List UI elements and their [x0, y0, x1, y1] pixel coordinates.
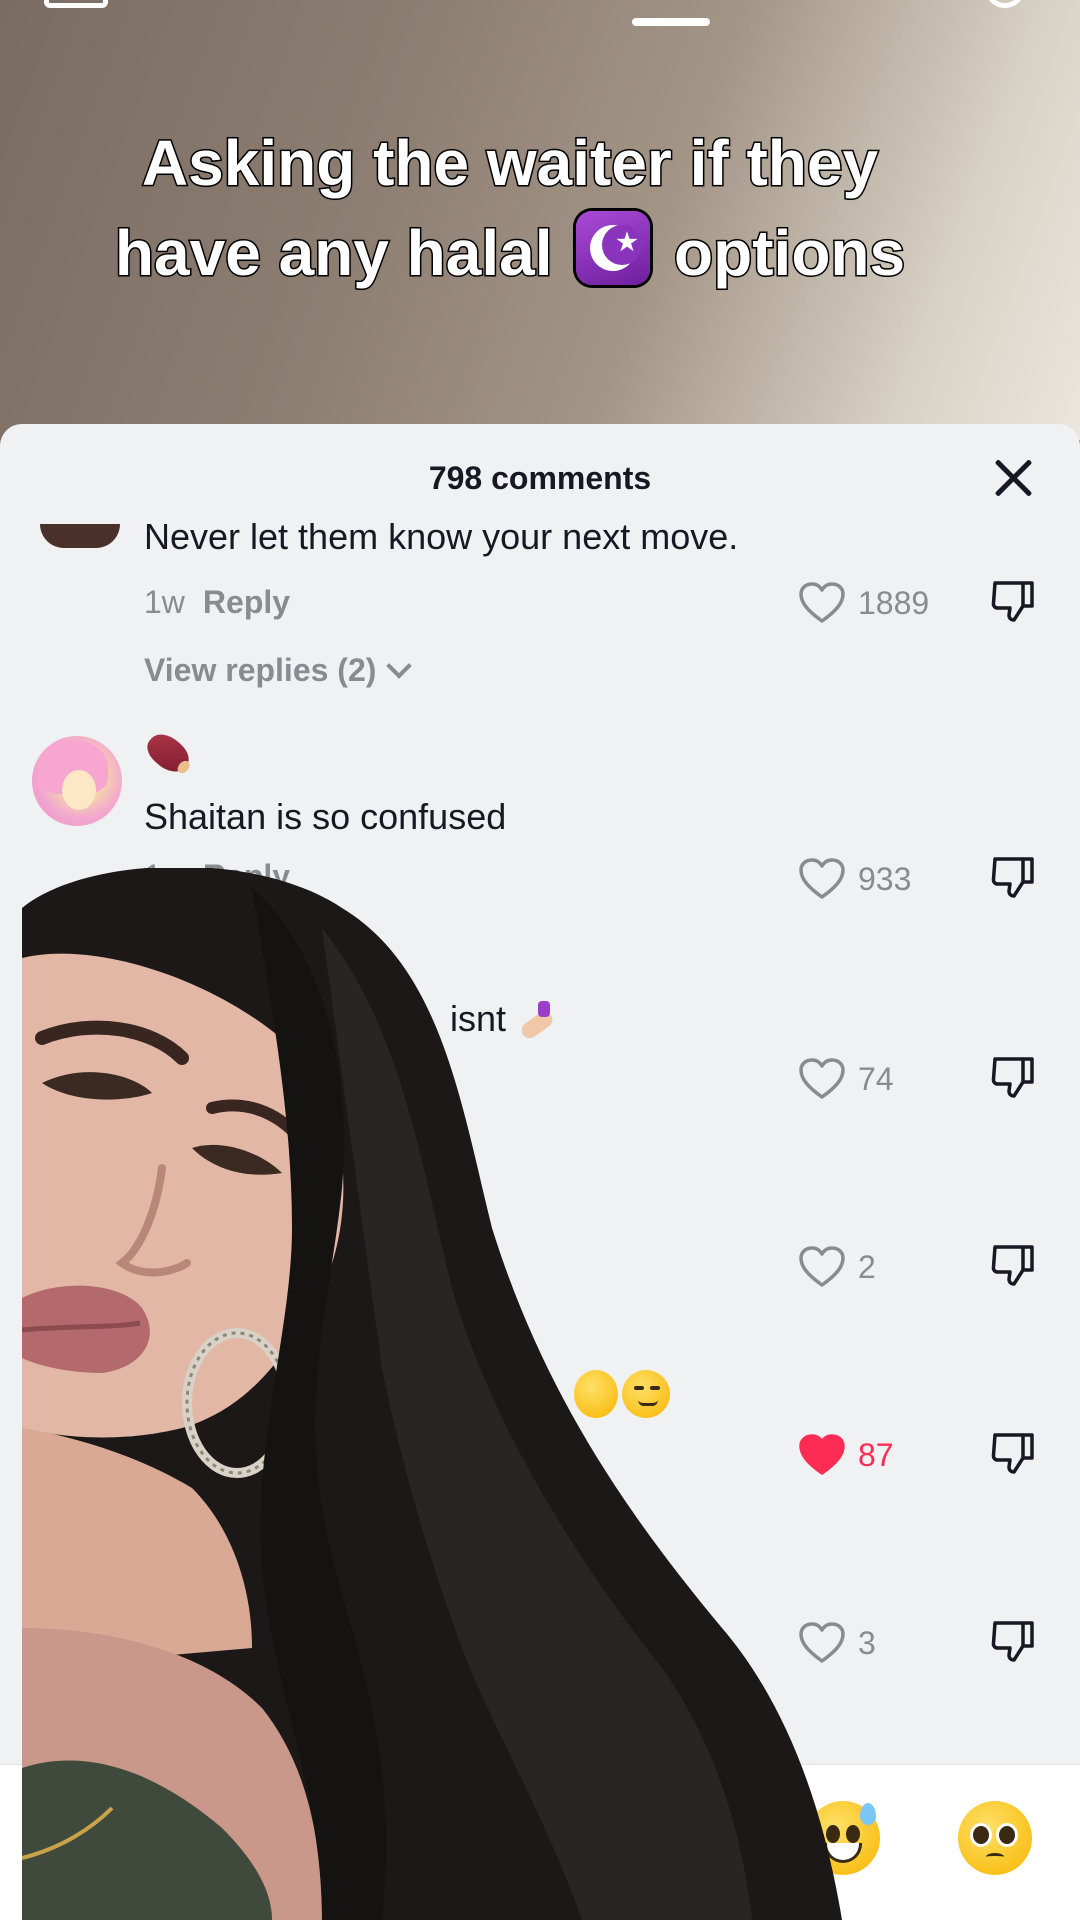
- like-count: 1889: [858, 584, 930, 621]
- live-icon[interactable]: [44, 0, 108, 8]
- view-replies-label: View replies (2): [144, 652, 377, 688]
- like-count: 933: [858, 860, 912, 897]
- close-icon[interactable]: [992, 456, 1036, 500]
- caption-line-2-end: options: [673, 216, 907, 291]
- avatar[interactable]: [32, 736, 122, 826]
- chevron-down-icon: [386, 653, 413, 679]
- dislike-icon[interactable]: [990, 854, 1036, 900]
- video-caption: Asking the waiter if they have any halal…: [40, 118, 980, 298]
- video-background[interactable]: Asking the waiter if they have any halal…: [0, 0, 1080, 440]
- star-and-crescent-emoji: ★: [576, 211, 651, 285]
- comment-time: 1w: [144, 584, 185, 620]
- caption-line-1: Asking the waiter if they: [140, 126, 879, 201]
- caption-line-2: have any halal ★ options: [40, 208, 980, 298]
- like-count: 2: [858, 1248, 876, 1285]
- dislike-icon[interactable]: [990, 1618, 1036, 1664]
- comment-text: Shaitan is so confused: [144, 796, 507, 837]
- like-count: 74: [858, 1060, 894, 1097]
- dislike-icon[interactable]: [990, 578, 1036, 624]
- avatar[interactable]: [40, 524, 120, 548]
- caption-line-2-start: have any halal: [113, 216, 554, 291]
- dislike-icon[interactable]: [990, 1054, 1036, 1100]
- reply-button[interactable]: Reply: [203, 584, 290, 620]
- comment-count: 798 comments: [428, 460, 652, 496]
- sweet-potato-emoji: [141, 727, 195, 779]
- heart-icon: [799, 582, 845, 623]
- creator-overlay: [22, 868, 842, 1920]
- comment-text: Never let them know your next move.: [144, 516, 739, 557]
- like-button[interactable]: 1889: [798, 578, 929, 628]
- view-replies-button[interactable]: View replies (2): [144, 652, 413, 689]
- like-count: 87: [858, 1436, 894, 1473]
- dislike-icon[interactable]: [990, 1430, 1036, 1476]
- search-icon[interactable]: [983, 0, 1029, 12]
- dislike-icon[interactable]: [990, 1242, 1036, 1288]
- for-you-tab-indicator: [632, 18, 710, 26]
- like-count: 3: [858, 1624, 876, 1661]
- pleading-face-emoji[interactable]: [958, 1801, 1032, 1875]
- creator-figure: [22, 868, 842, 1920]
- comment-meta: 1w Reply: [144, 584, 290, 621]
